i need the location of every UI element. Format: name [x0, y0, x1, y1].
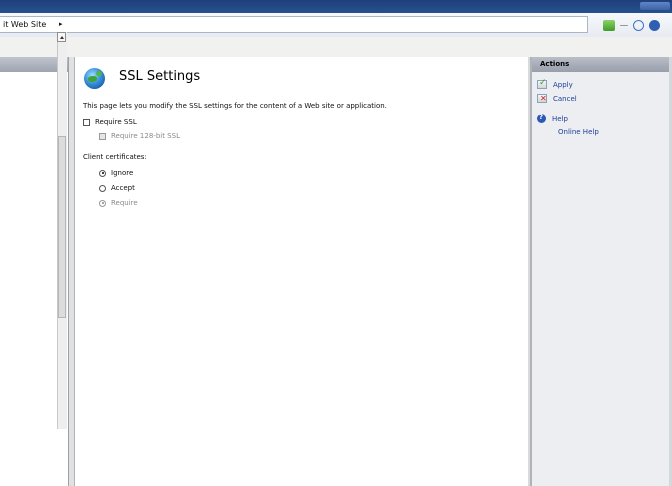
menu-strip	[0, 37, 672, 58]
client-cert-accept-row[interactable]: Accept	[99, 184, 135, 192]
client-cert-require-row: Require	[99, 199, 138, 207]
client-cert-ignore-row[interactable]: Ignore	[99, 169, 133, 177]
client-certificates-label: Client certificates:	[83, 153, 147, 161]
separator	[620, 24, 628, 26]
apply-icon[interactable]	[537, 78, 547, 89]
ignore-radio[interactable]	[99, 169, 106, 177]
cancel-icon[interactable]	[537, 94, 547, 103]
online-help-label[interactable]: Online Help	[558, 128, 599, 136]
accept-radio[interactable]	[99, 184, 106, 192]
actions-pane-header: Actions	[532, 57, 672, 72]
apply-action[interactable]: Apply	[537, 78, 573, 89]
page-description: This page lets you modify the SSL settin…	[83, 102, 387, 110]
apply-label[interactable]: Apply	[553, 81, 573, 89]
window-title-bar	[0, 0, 672, 13]
require-ssl-label[interactable]: Require SSL	[95, 118, 137, 126]
help-toolbar-icon[interactable]	[649, 19, 660, 31]
help-label[interactable]: Help	[552, 115, 568, 123]
help-icon[interactable]	[537, 113, 546, 123]
actions-title: Actions	[540, 60, 570, 68]
require-ssl-row[interactable]: Require SSL	[83, 118, 137, 126]
online-help-action[interactable]: Online Help	[558, 128, 599, 136]
breadcrumb-address-field[interactable]: it Web Site ▸	[0, 16, 588, 33]
require-label: Require	[111, 199, 138, 207]
cancel-action[interactable]: Cancel	[537, 94, 577, 103]
address-bar: it Web Site ▸	[0, 13, 672, 38]
breadcrumb-chevron-icon[interactable]: ▸	[59, 20, 63, 28]
help-action[interactable]: Help	[537, 113, 568, 123]
window-controls[interactable]	[640, 2, 670, 10]
globe-icon	[84, 68, 105, 89]
scrollbar-thumb[interactable]	[58, 136, 66, 318]
ssl-settings-pane: SSL Settings This page lets you modify t…	[74, 57, 531, 486]
require-128-row: Require 128-bit SSL	[99, 132, 180, 140]
refresh-icon[interactable]	[633, 19, 644, 31]
breadcrumb-item[interactable]: it Web Site	[3, 20, 46, 29]
actions-pane: Actions Apply Cancel Help Online Help	[531, 57, 672, 486]
accept-label[interactable]: Accept	[111, 184, 135, 192]
require-128-checkbox	[99, 132, 106, 140]
require-128-label: Require 128-bit SSL	[111, 132, 180, 140]
connect-icon[interactable]	[603, 19, 615, 31]
main-pane-edge	[528, 57, 530, 486]
require-ssl-checkbox[interactable]	[83, 118, 90, 126]
cancel-label[interactable]: Cancel	[553, 95, 577, 103]
page-title: SSL Settings	[119, 69, 201, 84]
ignore-label[interactable]: Ignore	[111, 169, 133, 177]
scroll-up-arrow-icon[interactable]	[57, 32, 66, 42]
toolbar-icons	[603, 18, 660, 32]
require-radio	[99, 199, 106, 207]
